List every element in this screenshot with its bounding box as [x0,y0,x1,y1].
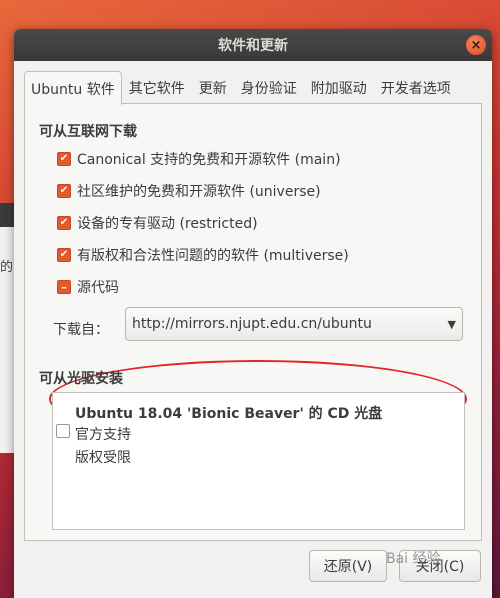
tab-other-software[interactable]: 其它软件 [122,71,192,103]
checkbox-main-label: Canonical 支持的免费和开源软件 (main) [77,152,341,168]
checkbox-checked-icon[interactable]: ✔ [57,184,71,198]
checkbox-checked-icon[interactable]: ✔ [57,152,71,166]
checkbox-universe-label: 社区维护的免费和开源软件 (universe) [77,184,321,200]
tab-developer-options[interactable]: 开发者选项 [374,71,458,103]
checkbox-checked-icon[interactable]: ✔ [57,248,71,262]
checkbox-restricted-label: 设备的专有驱动 (restricted) [77,216,258,232]
tab-additional-drivers[interactable]: 附加驱动 [304,71,374,103]
revert-button[interactable]: 还原(V) [309,550,387,582]
tab-panel-ubuntu-software: 可从互联网下载 ✔ Canonical 支持的免费和开源软件 (main) ✔ … [24,103,482,541]
checkbox-partial-icon[interactable]: – [57,280,71,294]
background-window-text: 的 [0,260,14,275]
tab-authentication[interactable]: 身份验证 [234,71,304,103]
background-window-titlebar [0,203,14,227]
checkbox-universe[interactable]: ✔ 社区维护的免费和开源软件 (universe) [57,181,321,201]
download-server-value: http://mirrors.njupt.edu.cn/ubuntu [132,316,372,332]
download-from-label: 下载自： [53,322,109,338]
checkbox-checked-icon[interactable]: ✔ [57,216,71,230]
dropdown-arrow-icon[interactable]: ▼ [448,318,456,331]
cdrom-line-restricted: 版权受限 [75,450,131,466]
close-button[interactable]: 关闭(C) [399,550,481,582]
cdrom-line-official: 官方支持 [75,427,131,443]
cdrom-title: Ubuntu 18.04 'Bionic Beaver' 的 CD 光盘 [75,406,383,422]
checkbox-main[interactable]: ✔ Canonical 支持的免费和开源软件 (main) [57,149,341,169]
tab-bar: Ubuntu 软件 其它软件 更新 身份验证 附加驱动 开发者选项 [24,71,482,105]
checkbox-multiverse[interactable]: ✔ 有版权和合法性问题的的软件 (multiverse) [57,245,349,265]
software-updates-dialog: 软件和更新 × Ubuntu 软件 其它软件 更新 身份验证 附加驱动 开发者选… [14,29,492,598]
internet-section-heading: 可从互联网下载 [39,124,137,140]
tab-ubuntu-software[interactable]: Ubuntu 软件 [24,71,122,105]
close-icon[interactable]: × [466,35,486,55]
cdrom-list: Ubuntu 18.04 'Bionic Beaver' 的 CD 光盘 官方支… [52,392,465,530]
window-title: 软件和更新 [218,38,288,54]
checkbox-source-code[interactable]: – 源代码 [57,277,119,297]
cdrom-section-heading: 可从光驱安装 [39,371,123,387]
checkbox-multiverse-label: 有版权和合法性问题的的软件 (multiverse) [77,248,349,264]
title-bar[interactable]: 软件和更新 × [14,29,492,61]
checkbox-restricted[interactable]: ✔ 设备的专有驱动 (restricted) [57,213,258,233]
checkbox-source-code-label: 源代码 [77,280,119,296]
cdrom-checkbox[interactable] [56,424,70,438]
tab-updates[interactable]: 更新 [192,71,234,103]
download-server-combobox[interactable]: http://mirrors.njupt.edu.cn/ubuntu ▼ [125,307,463,341]
